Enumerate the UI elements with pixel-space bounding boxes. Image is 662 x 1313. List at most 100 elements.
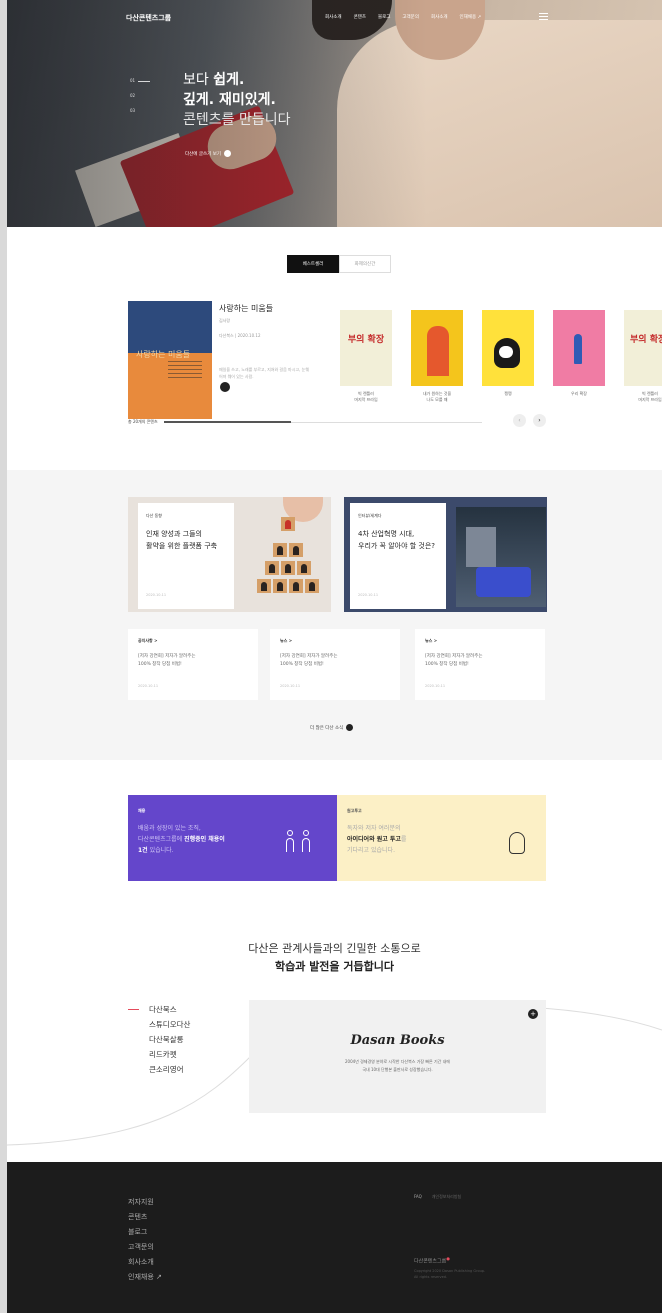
slogan-emphasis: 학습과 발전을 거듭합니다 — [275, 960, 394, 973]
footer-links: 저자지원 콘텐츠 블로그 고객문의 회사소개 인재채용 ↗ — [128, 1195, 162, 1285]
news-text: [저자 강연회] 저자가 알려주는 100% 창작 당첨 비법! — [138, 654, 196, 667]
footer-link[interactable]: 블로그 — [128, 1225, 162, 1240]
brand-item[interactable]: 다산북스 — [128, 1002, 190, 1017]
nav-item[interactable]: 콘텐츠 — [354, 14, 366, 20]
nav-item[interactable]: 인재채용 ↗ — [460, 14, 482, 20]
feature-title: 인재 양성과 그들의 활약을 위한 플랫폼 구축 — [146, 530, 218, 550]
book-cover — [411, 310, 463, 386]
carousel-book[interactable]: 우리 확장 — [553, 310, 605, 397]
feature-category: 다산 동향 — [146, 513, 162, 518]
faq-link[interactable]: FAQ — [414, 1194, 422, 1200]
carousel-book[interactable]: 내가 원하는 것을 나도 모를 때 — [411, 310, 463, 403]
book-tabs: 베스트셀러 화제의신간 — [287, 255, 391, 273]
carousel-prev-button[interactable]: ‹ — [513, 414, 526, 427]
book-caption: 펭펭 — [504, 391, 512, 396]
footer-link[interactable]: 회사소개 — [128, 1255, 162, 1270]
book-cover: 부의 확장 — [340, 310, 392, 386]
footer: 저자지원 콘텐츠 블로그 고객문의 회사소개 인재채용 ↗ FAQ 개인정보처리… — [7, 1162, 662, 1313]
manuscript-submit-banner[interactable]: 원고투고 독자와 저자 여러분의 아이디어와 원고 투고를 기다리고 있습니다. — [337, 795, 546, 881]
feature-card-text: 다산 동향 인재 양성과 그들의 활약을 위한 플랫폼 구축 2020.10.1… — [138, 503, 234, 609]
circle-arrow-icon — [346, 724, 354, 731]
feature-card[interactable]: 다산 동향 인재 양성과 그들의 활약을 위한 플랫폼 구축 2020.10.1… — [128, 497, 331, 612]
nav-item[interactable]: 고객문의 — [402, 14, 419, 20]
circle-arrow-icon — [223, 150, 231, 157]
brand-item[interactable]: 리드카펫 — [128, 1047, 190, 1062]
privacy-link[interactable]: 개인정보처리방침 — [432, 1194, 461, 1200]
hero-title-emphasis: 쉽게. — [213, 72, 245, 88]
book-caption: 빅 렌틀러 머지막 프라임 — [638, 391, 662, 402]
featured-book-author: 김사랑 — [219, 318, 231, 323]
progress-track[interactable] — [163, 420, 482, 423]
book-cover — [482, 310, 534, 386]
cover-band — [128, 301, 212, 353]
feature-date: 2020.10.11 — [358, 593, 379, 597]
plus-icon[interactable]: + — [528, 1009, 538, 1019]
main-nav: 회사소개 콘텐츠 블로그 고객문의 회사소개 인재채용 ↗ — [325, 14, 481, 20]
footer-link[interactable]: 저자지원 — [128, 1195, 162, 1210]
featured-book-cover[interactable]: 사랑하는 미움들 — [128, 301, 212, 419]
nav-item[interactable]: 회사소개 — [431, 14, 448, 20]
book-cover — [553, 310, 605, 386]
featured-book-more-button[interactable] — [220, 382, 230, 392]
feature-card-text: 인터뷰/세계다 4차 산업혁명 시대, 우리가 꼭 알아야 할 것은? 2020… — [350, 503, 446, 609]
hero-title: 보다 쉽게. 깊게. 재미있게. 콘텐츠를 만듭니다 — [183, 70, 291, 130]
more-news-link[interactable]: 더 많은 다산 소식 — [310, 724, 354, 731]
banner-tag: 원고투고 — [347, 808, 362, 813]
feature-category: 인터뷰/세계다 — [358, 513, 382, 518]
site-logo[interactable]: 다산콘텐츠그룹 — [126, 13, 171, 23]
feature-image-detail — [289, 579, 303, 593]
feature-card[interactable]: 인터뷰/세계다 4차 산업혁명 시대, 우리가 꼭 알아야 할 것은? 2020… — [344, 497, 547, 612]
banner-text: 독자와 저자 여러분의 아이디어와 원고 투고를 기다리고 있습니다. — [347, 823, 536, 856]
news-date: 2020.10.11 — [138, 684, 159, 688]
book-cover: 부의 확장 — [624, 310, 662, 386]
footer-link[interactable]: 고객문의 — [128, 1240, 162, 1255]
brand-item[interactable]: 큰소리영어 — [128, 1062, 190, 1077]
banner-emphasis: 아이디어와 원고 투고 — [347, 836, 401, 843]
tab-bestseller[interactable]: 베스트셀러 — [287, 255, 339, 273]
carousel-book[interactable]: 부의 확장 빅 렌틀러 머지막 프라임 — [624, 310, 662, 403]
banner-line: 기다리고 있습니다. — [347, 847, 395, 854]
news-card[interactable]: 공지사항 > [저자 강연회] 저자가 알려주는 100% 창작 당첨 비법! … — [128, 629, 258, 700]
banner-line: 를 — [400, 836, 407, 843]
news-date: 2020.10.11 — [280, 684, 301, 688]
slide-indicator[interactable]: 01 — [130, 78, 160, 83]
feature-image-detail — [265, 561, 279, 575]
brand-list: 다산북스 스튜디오다산 다산북살롱 리드카펫 큰소리영어 — [128, 1002, 190, 1077]
banner-line: 독자와 저자 여러분의 — [347, 825, 401, 832]
brand-item[interactable]: 다산북살롱 — [128, 1032, 190, 1047]
hero-title-line: 깊게. 재미있게. — [183, 92, 276, 108]
nav-item[interactable]: 회사소개 — [325, 14, 342, 20]
carousel-book[interactable]: 펭펭 — [482, 310, 534, 397]
slide-indicators: 01 02 03 — [130, 78, 160, 123]
carousel-progress: 총 20개의 콘텐츠 — [128, 419, 482, 425]
cover-lines — [168, 361, 202, 381]
footer-link[interactable]: 인재채용 ↗ — [128, 1270, 162, 1285]
feature-image — [456, 507, 546, 607]
banner-tag: 채용 — [138, 808, 146, 813]
feature-image-detail — [273, 579, 287, 593]
news-card[interactable]: 뉴스 > [저자 강연회] 저자가 알려주는 100% 창작 당첨 비법! 20… — [415, 629, 545, 700]
footer-util-links: FAQ 개인정보처리방침 — [414, 1194, 461, 1200]
hiring-banner[interactable]: 채용 배움과 성장이 있는 조직, 다산콘텐츠그룹에 진행중인 채용이 1건 있… — [128, 795, 337, 881]
news-card[interactable]: 뉴스 > [저자 강연회] 저자가 알려주는 100% 창작 당첨 비법! 20… — [270, 629, 400, 700]
slogan: 다산은 관계사들과의 긴밀한 소통으로 학습과 발전을 거듭합니다 — [7, 940, 662, 976]
carousel-next-button[interactable]: › — [533, 414, 546, 427]
featured-book-title[interactable]: 사랑하는 미움들 — [219, 303, 273, 314]
slide-indicator[interactable]: 02 — [130, 93, 160, 98]
brand-logo: Dasan Books — [350, 1033, 445, 1048]
tab-new-releases[interactable]: 화제의신간 — [339, 255, 391, 273]
brand-item[interactable]: 스튜디오다산 — [128, 1017, 190, 1032]
news-date: 2020.10.11 — [425, 684, 446, 688]
hero-section: 다산콘텐츠그룹 회사소개 콘텐츠 블로그 고객문의 회사소개 인재채용 ↗ 01… — [7, 0, 662, 227]
feature-image-detail — [273, 543, 287, 557]
nav-item[interactable]: 블로그 — [378, 14, 390, 20]
book-caption: 빅 렌틀러 머지막 프라임 — [354, 391, 378, 402]
footer-link[interactable]: 콘텐츠 — [128, 1210, 162, 1225]
chevron-right-icon: › — [538, 417, 541, 424]
slide-indicator[interactable]: 03 — [130, 108, 160, 113]
feature-image-detail — [289, 543, 303, 557]
banner-emphasis: 1건 — [138, 847, 148, 854]
hamburger-menu-icon[interactable] — [539, 13, 548, 20]
hero-cta-link[interactable]: 다산에 글쓰기 보기 — [185, 150, 231, 157]
carousel-book[interactable]: 부의 확장 빅 렌틀러 머지막 프라임 — [340, 310, 392, 403]
